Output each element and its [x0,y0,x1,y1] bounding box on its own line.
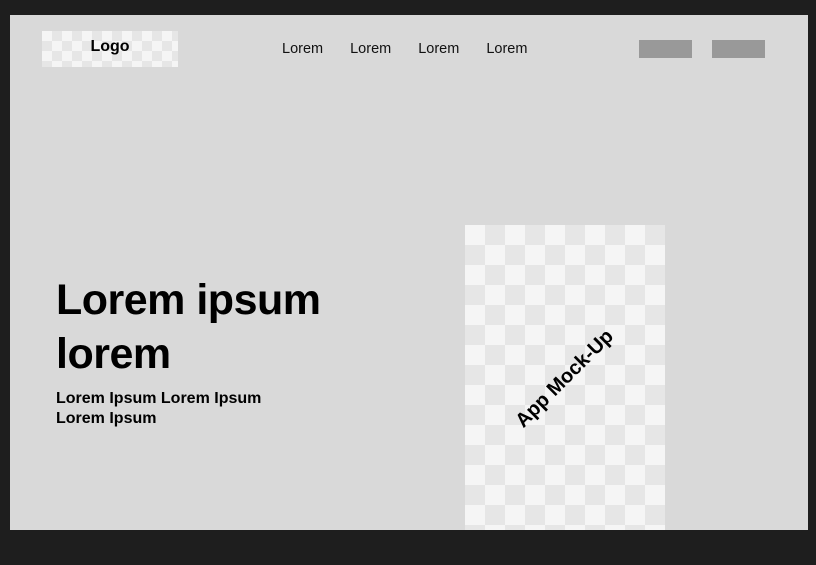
app-mockup-placeholder: App Mock-Up [465,225,665,530]
nav-link-4[interactable]: Lorem [486,41,527,57]
logo-placeholder[interactable]: Logo [42,31,178,67]
app-mockup-label: App Mock-Up [511,325,618,432]
header-button-secondary[interactable] [712,40,765,58]
nav-link-2[interactable]: Lorem [350,41,391,57]
wireframe-canvas: Logo Lorem Lorem Lorem Lorem Lorem ipsum… [10,15,808,530]
hero-headline: Lorem ipsum lorem [56,276,321,378]
hero-subheadline: Lorem Ipsum Lorem Ipsum Lorem Ipsum [56,390,262,427]
header-button-primary[interactable] [639,40,692,58]
main-nav: Lorem Lorem Lorem Lorem [282,41,527,57]
nav-link-1[interactable]: Lorem [282,41,323,57]
nav-link-3[interactable]: Lorem [418,41,459,57]
logo-text: Logo [90,38,130,55]
